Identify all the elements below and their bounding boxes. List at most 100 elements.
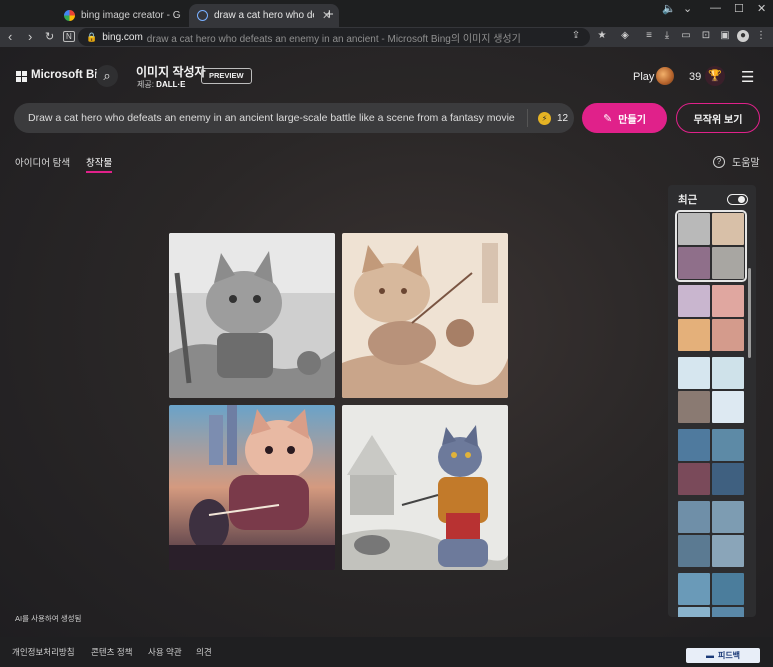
feedback-button[interactable]: ▬ 피드백 <box>686 648 760 663</box>
reader-icon[interactable]: N <box>63 31 75 42</box>
recent-thumb <box>678 429 710 461</box>
boost-icon: ⚡ <box>538 111 551 125</box>
recent-thumb <box>678 607 710 617</box>
site-header: Microsoft Bing ⌕ 이미지 작성자 제공: DALL·E PREV… <box>0 47 773 102</box>
recent-thumb <box>678 319 710 351</box>
microsoft-logo-icon <box>16 71 27 82</box>
lock-icon: 🔒 <box>86 31 98 42</box>
footer-link-terms[interactable]: 사용 약관 <box>148 646 182 658</box>
help-icon: ? <box>713 155 725 168</box>
window-close-button[interactable]: ✕ <box>757 2 766 15</box>
recent-set-1[interactable] <box>675 210 747 282</box>
google-icon <box>64 10 75 21</box>
recent-set-4[interactable] <box>678 429 744 495</box>
maximize-button[interactable]: ☐ <box>734 2 744 15</box>
page-footer: 개인정보처리방침 콘텐츠 정책 사용 약관 의견 ▬ 피드백 <box>0 637 773 667</box>
recent-thumb <box>712 319 744 351</box>
generated-image-2[interactable] <box>342 233 508 398</box>
create-icon: ✎ <box>603 112 613 125</box>
recent-scrollbar[interactable] <box>748 268 751 358</box>
recent-thumb <box>678 357 710 389</box>
recent-panel: 최근 <box>668 185 756 617</box>
browser-tab-google[interactable]: bing image creator - Googl ✕ <box>56 4 206 27</box>
recent-thumb <box>712 501 744 533</box>
search-button[interactable]: ⌕ <box>96 65 118 87</box>
feedback-label: 피드백 <box>717 651 741 660</box>
more-icon[interactable]: ⋮ <box>755 30 767 42</box>
download-icon[interactable]: ⤓ <box>661 30 673 42</box>
hamburger-menu-icon[interactable]: ☰ <box>741 68 754 86</box>
help-link[interactable]: ? 도움말 <box>713 154 760 169</box>
tab-explore-ideas[interactable]: 아이디어 탐색 <box>15 155 70 169</box>
chat-icon: ▬ <box>705 651 714 660</box>
preview-badge: PREVIEW <box>201 68 252 84</box>
ai-generated-note: AI를 사용하여 생성됨 <box>15 614 82 623</box>
search-icon <box>197 10 208 21</box>
generated-image-4[interactable] <box>342 405 508 570</box>
surprise-me-button[interactable]: 무작위 보기 <box>676 103 760 133</box>
recent-thumb <box>712 535 744 567</box>
chevron-down-icon[interactable]: ⌄ <box>683 2 692 15</box>
active-tab-indicator <box>86 171 112 173</box>
play-avatar-icon[interactable] <box>656 67 674 85</box>
url-domain: bing.com <box>102 31 143 43</box>
recent-set-3[interactable] <box>678 357 744 423</box>
boost-counter[interactable]: ⚡ 12 <box>527 109 571 127</box>
recent-set-5[interactable] <box>678 501 744 567</box>
recent-set-6[interactable] <box>678 573 744 617</box>
prompt-text[interactable]: Draw a cat hero who defeats an enemy in … <box>28 112 515 124</box>
url-field[interactable]: 🔒 bing.com draw a cat hero who defeats a… <box>78 28 590 46</box>
list-icon[interactable]: ≡ <box>643 30 655 42</box>
tab-title: bing image creator - Googl <box>81 10 181 21</box>
provider-prefix: 제공: <box>137 80 157 89</box>
recent-thumb <box>678 463 710 495</box>
footer-link-privacy[interactable]: 개인정보처리방침 <box>12 646 75 658</box>
bing-image-creator-page: Microsoft Bing ⌕ 이미지 작성자 제공: DALL·E PREV… <box>0 47 773 667</box>
rewards-points[interactable]: 39 <box>689 71 701 83</box>
puzzle-icon[interactable]: ▣ <box>719 30 731 42</box>
trophy-icon[interactable]: 🏆 <box>705 66 725 86</box>
browser-tab-bing[interactable]: draw a cat hero who defeat ✕ <box>189 4 340 27</box>
forward-icon[interactable]: › <box>28 29 32 44</box>
provider-name: DALL·E <box>156 80 186 89</box>
surprise-label: 무작위 보기 <box>693 114 743 126</box>
create-button[interactable]: ✎ 만들기 <box>582 103 667 133</box>
recent-thumb <box>712 285 744 317</box>
product-title[interactable]: 이미지 작성자 <box>136 63 206 80</box>
recent-thumb <box>712 391 744 423</box>
prompt-input[interactable]: Draw a cat hero who defeats an enemy in … <box>14 103 574 133</box>
address-bar-row: ‹ › ↻ N 🔒 bing.com draw a cat hero who d… <box>0 27 773 47</box>
recent-thumb <box>678 573 710 605</box>
recent-thumb <box>678 285 710 317</box>
recent-thumb <box>712 607 744 617</box>
camera-icon[interactable]: ▭ <box>680 30 692 42</box>
generated-image-3[interactable] <box>169 405 335 570</box>
share-icon[interactable]: ⇪ <box>570 30 582 42</box>
screenshot-icon[interactable]: ⊡ <box>700 30 712 42</box>
recent-thumb <box>678 535 710 567</box>
boost-count: 12 <box>557 112 569 124</box>
footer-link-feedback[interactable]: 의견 <box>196 646 212 658</box>
extension-icon[interactable]: ◈ <box>619 30 631 42</box>
profile-icon[interactable]: ● <box>737 30 749 42</box>
star-icon[interactable]: ★ <box>596 30 608 42</box>
url-path: draw a cat hero who defeats an enemy in … <box>146 33 521 45</box>
recent-thumb <box>712 429 744 461</box>
footer-link-content-policy[interactable]: 콘텐츠 정책 <box>91 646 132 658</box>
recent-thumb <box>678 213 710 245</box>
browser-tab-bar: bing image creator - Googl ✕ draw a cat … <box>0 0 773 27</box>
recent-thumb <box>712 463 744 495</box>
play-link[interactable]: Play <box>633 71 654 83</box>
new-tab-button[interactable]: + <box>325 6 334 23</box>
generated-image-1[interactable] <box>169 233 335 398</box>
recent-thumb <box>678 391 710 423</box>
back-icon[interactable]: ‹ <box>8 29 12 44</box>
recent-toggle[interactable] <box>727 194 748 205</box>
tab-title: draw a cat hero who defeat <box>214 10 314 21</box>
reload-icon[interactable]: ↻ <box>45 30 54 43</box>
recent-set-2[interactable] <box>678 285 744 351</box>
recent-thumb <box>712 213 744 245</box>
tab-creations[interactable]: 창작물 <box>86 155 112 169</box>
speaker-icon[interactable]: 🔈 <box>662 2 676 15</box>
minimize-button[interactable]: — <box>710 2 721 14</box>
